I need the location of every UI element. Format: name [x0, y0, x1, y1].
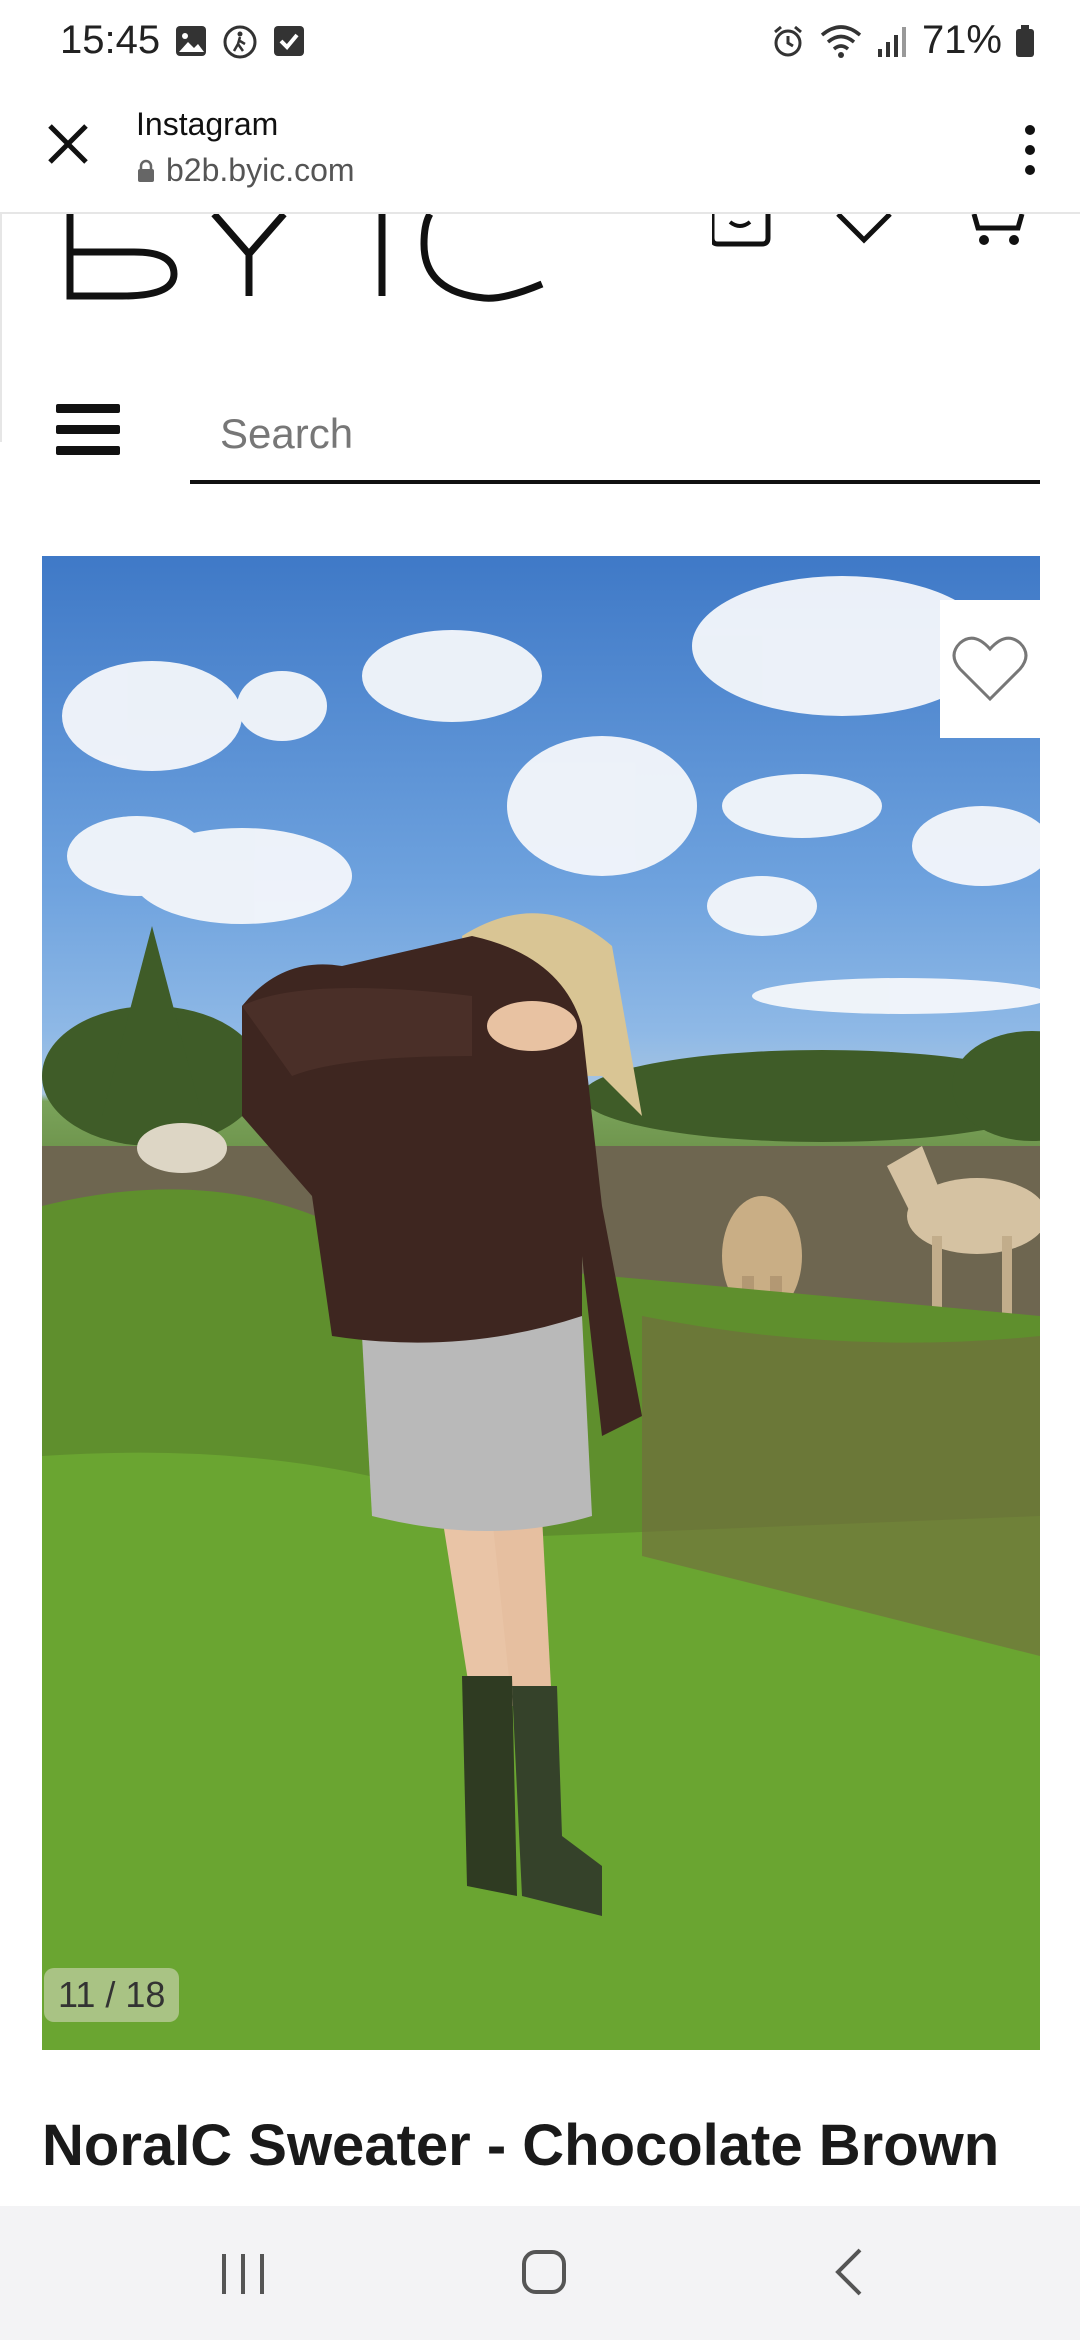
search-bar — [190, 388, 1040, 484]
battery-icon — [1016, 24, 1034, 57]
heart-outline-icon — [952, 636, 1028, 702]
browser-page-title: Instagram — [136, 106, 279, 142]
wifi-icon — [820, 24, 862, 58]
alarm-icon — [773, 25, 802, 56]
recent-apps-icon[interactable] — [218, 2252, 268, 2296]
accessibility-icon — [223, 25, 257, 59]
system-navigation-bar — [0, 2206, 1080, 2340]
status-time: 15:45 — [60, 18, 161, 62]
signal-icon — [877, 26, 906, 57]
account-icon[interactable] — [712, 214, 771, 247]
product-image[interactable] — [42, 556, 1040, 2050]
back-icon[interactable] — [830, 2246, 866, 2298]
lock-icon — [138, 159, 154, 182]
battery-percentage: 71% — [921, 18, 1002, 62]
home-icon[interactable] — [520, 2248, 568, 2296]
cart-icon[interactable] — [971, 214, 1025, 245]
browser-toolbar: Instagram b2b.byic.com — [0, 90, 1080, 214]
checkbox-icon — [274, 26, 304, 56]
status-bar: 15:45 71% — [0, 0, 1080, 90]
add-to-wishlist-button[interactable] — [940, 600, 1040, 738]
image-counter: 11 / 18 — [44, 1968, 180, 2022]
product-photo — [42, 576, 1040, 2050]
browser-url[interactable]: b2b.byic.com — [166, 152, 355, 189]
header-icon-row — [712, 214, 1025, 247]
heart-icon[interactable] — [836, 214, 892, 244]
hamburger-menu-icon[interactable] — [52, 400, 124, 460]
product-title: NoraIC Sweater - Chocolate Brown — [42, 2113, 1000, 2178]
more-options-icon[interactable] — [1010, 118, 1050, 182]
search-input[interactable] — [190, 388, 1040, 480]
byic-logo[interactable] — [64, 214, 554, 304]
gallery-icon — [176, 26, 206, 56]
close-icon[interactable] — [40, 116, 96, 172]
